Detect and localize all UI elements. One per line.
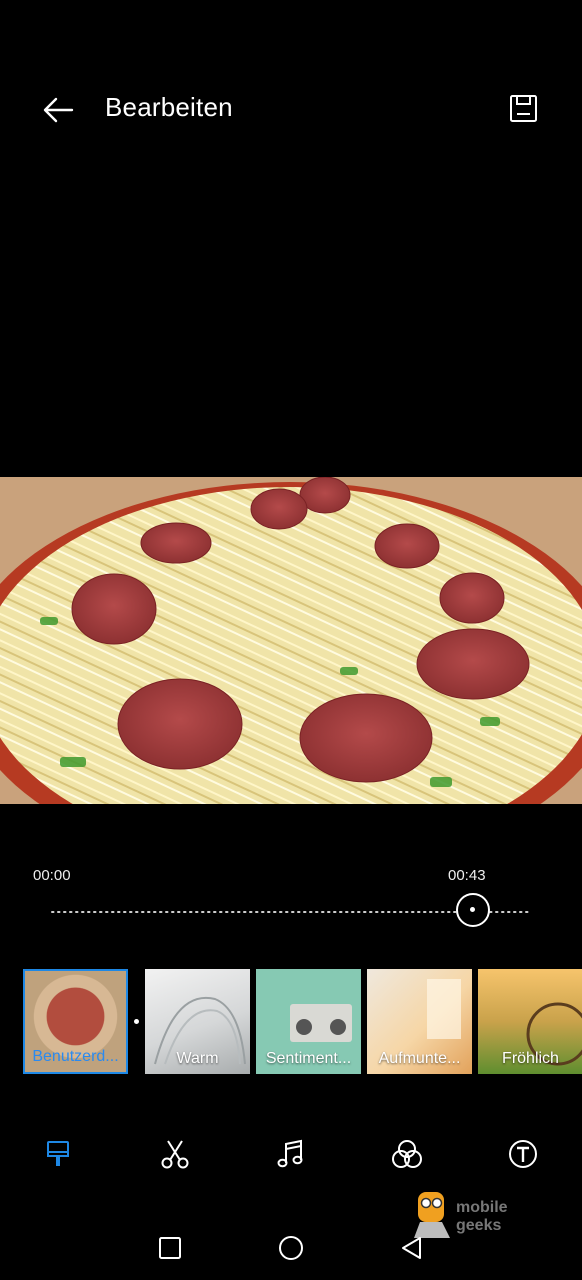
filter-label: Sentiment... xyxy=(265,1050,352,1067)
nav-home-button[interactable] xyxy=(276,1233,306,1263)
svg-text:mobile: mobile xyxy=(456,1199,508,1216)
filter-warm[interactable]: Warm xyxy=(145,969,250,1074)
back-triangle-icon xyxy=(402,1237,421,1259)
text-icon xyxy=(509,1140,537,1168)
timeline-start-time: 00:00 xyxy=(33,867,71,884)
timeline-end-time: 00:43 xyxy=(448,867,486,884)
video-preview[interactable] xyxy=(0,477,582,804)
filter-label: Fröhlich xyxy=(502,1050,559,1067)
filter-sentimental[interactable]: Sentiment... xyxy=(256,969,361,1074)
tool-trim[interactable] xyxy=(157,1136,193,1172)
nav-back-button[interactable] xyxy=(397,1233,427,1263)
tool-filter[interactable] xyxy=(389,1136,425,1172)
nav-recents-button[interactable] xyxy=(155,1233,185,1263)
save-icon xyxy=(510,95,537,122)
page-title: Bearbeiten xyxy=(105,92,233,122)
tool-text[interactable] xyxy=(505,1136,541,1172)
home-circle-icon xyxy=(279,1236,303,1260)
playhead-handle[interactable] xyxy=(455,893,490,927)
pizza-frame-image xyxy=(0,477,582,804)
filter-froehlich[interactable]: Fröhlich xyxy=(478,969,582,1074)
transition-dot[interactable] xyxy=(134,1019,139,1024)
music-note-icon xyxy=(277,1139,303,1168)
recents-square-icon xyxy=(159,1237,181,1259)
filter-label: Aufmunte... xyxy=(378,1050,461,1067)
arrow-left-icon xyxy=(43,97,74,123)
tool-music[interactable] xyxy=(273,1136,309,1172)
back-button[interactable] xyxy=(38,90,78,130)
brush-icon xyxy=(47,1141,69,1166)
filter-circles-icon xyxy=(392,1140,422,1168)
svg-text:geeks: geeks xyxy=(456,1217,501,1234)
tool-brush[interactable] xyxy=(41,1136,77,1172)
filter-label: Warm xyxy=(176,1050,219,1067)
mobilegeeks-watermark-logo: mobile geeks xyxy=(412,1186,532,1242)
save-button[interactable] xyxy=(505,90,543,128)
scissors-icon xyxy=(161,1140,189,1169)
filter-label: Benutzerd... xyxy=(32,1048,119,1065)
filter-benutzerdefiniert[interactable]: Benutzerd... xyxy=(23,969,128,1074)
filter-aufmunternd[interactable]: Aufmunte... xyxy=(367,969,472,1074)
